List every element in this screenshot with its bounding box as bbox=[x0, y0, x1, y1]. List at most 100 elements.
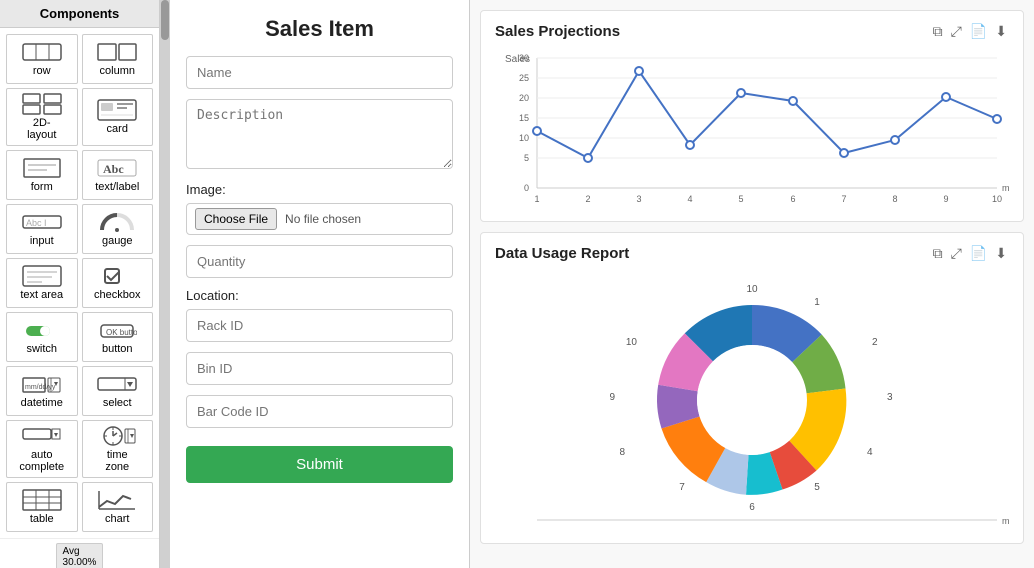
line-chart-expand-btn[interactable]: ⤢ bbox=[949, 21, 964, 42]
sidebar-item-2dlayout-label: 2D-layout bbox=[27, 117, 56, 141]
donut-chart-copy-btn[interactable]: ⧉ bbox=[931, 243, 945, 264]
line-chart-card: Sales Projections ⧉ ⤢ 📄 ⬇ Sales bbox=[480, 10, 1024, 222]
sidebar-item-textarea[interactable]: text area bbox=[6, 258, 78, 308]
charts-area: Sales Projections ⧉ ⤢ 📄 ⬇ Sales bbox=[470, 0, 1034, 568]
sidebar-title: Components bbox=[0, 0, 159, 28]
avg-badge: Avg30.00% bbox=[56, 543, 104, 568]
sidebar-item-textlabel-label: text/label bbox=[95, 181, 139, 193]
table-icon bbox=[22, 489, 62, 511]
sidebar-item-datetime[interactable]: mm/dd/yy datetime bbox=[6, 366, 78, 416]
donut-label-4: 4 bbox=[867, 447, 873, 458]
sidebar-item-form[interactable]: form bbox=[6, 150, 78, 200]
sidebar-item-checkbox[interactable]: checkbox bbox=[82, 258, 154, 308]
sidebar-item-2dlayout[interactable]: 2D-layout bbox=[6, 88, 78, 146]
sidebar-item-gauge[interactable]: gauge bbox=[82, 204, 154, 254]
chart-icon bbox=[97, 489, 137, 511]
line-chart-svg: Sales 0 5 10 15 20 25 30 bbox=[495, 48, 1009, 208]
donut-label-7: 7 bbox=[679, 482, 685, 493]
svg-text:20: 20 bbox=[519, 93, 529, 103]
gauge-icon bbox=[97, 211, 137, 233]
sidebar-item-chart[interactable]: chart bbox=[82, 482, 154, 532]
donut-label-2: 2 bbox=[872, 337, 878, 348]
button-icon: OK button bbox=[97, 319, 137, 341]
form-icon bbox=[22, 157, 62, 179]
sidebar-item-table[interactable]: table bbox=[6, 482, 78, 532]
svg-text:7: 7 bbox=[841, 194, 846, 204]
donut-chart-download-btn[interactable]: ⬇ bbox=[993, 243, 1009, 264]
donut-chart-title: Data Usage Report bbox=[495, 245, 629, 262]
choose-file-button[interactable]: Choose File bbox=[195, 208, 277, 230]
name-input[interactable] bbox=[186, 56, 453, 89]
checkbox-icon bbox=[97, 265, 137, 287]
svg-text:3: 3 bbox=[636, 194, 641, 204]
sidebar-item-table-label: table bbox=[30, 513, 54, 525]
quantity-input[interactable] bbox=[186, 245, 453, 278]
sidebar-item-gauge-label: gauge bbox=[102, 235, 133, 247]
description-textarea[interactable] bbox=[186, 99, 453, 169]
svg-text:Abc: Abc bbox=[103, 162, 124, 176]
line-chart-download-btn[interactable]: ⬇ bbox=[993, 21, 1009, 42]
svg-text:4: 4 bbox=[687, 194, 692, 204]
row-icon bbox=[22, 41, 62, 63]
sidebar-item-row[interactable]: row bbox=[6, 34, 78, 84]
donut-chart-header: Data Usage Report ⧉ ⤢ 📄 ⬇ bbox=[495, 243, 1009, 264]
sidebar-item-datetime-label: datetime bbox=[21, 397, 63, 409]
donut-chart-file-btn[interactable]: 📄 bbox=[968, 243, 989, 264]
svg-text:Abc I: Abc I bbox=[26, 218, 47, 228]
svg-text:5: 5 bbox=[738, 194, 743, 204]
sidebar-item-card[interactable]: card bbox=[82, 88, 154, 146]
sidebar: Components row column bbox=[0, 0, 160, 568]
sidebar-item-textlabel[interactable]: Abc text/label bbox=[82, 150, 154, 200]
donut-chart-actions: ⧉ ⤢ 📄 ⬇ bbox=[931, 243, 1009, 264]
main-area: Sales Item Image: Choose File No file ch… bbox=[170, 0, 1034, 568]
svg-text:2: 2 bbox=[585, 194, 590, 204]
svg-text:0: 0 bbox=[524, 183, 529, 193]
barcode-input[interactable] bbox=[186, 395, 453, 428]
sidebar-item-switch[interactable]: switch bbox=[6, 312, 78, 362]
card-icon bbox=[97, 99, 137, 121]
sidebar-content: row column 2D-layout ca bbox=[0, 28, 159, 568]
sidebar-item-autocomplete[interactable]: autocomplete bbox=[6, 420, 78, 478]
sidebar-item-card-label: card bbox=[107, 123, 128, 135]
donut-label-3: 3 bbox=[887, 392, 893, 403]
line-chart-copy-btn[interactable]: ⧉ bbox=[931, 21, 945, 42]
line-chart-actions: ⧉ ⤢ 📄 ⬇ bbox=[931, 21, 1009, 42]
sidebar-scrollbar[interactable] bbox=[160, 0, 170, 568]
textlabel-icon: Abc bbox=[97, 157, 137, 179]
image-label: Image: bbox=[186, 182, 453, 197]
location-label: Location: bbox=[186, 288, 453, 303]
textarea-icon bbox=[22, 265, 62, 287]
column-icon bbox=[97, 41, 137, 63]
select-icon bbox=[97, 373, 137, 395]
input-icon: Abc I bbox=[22, 211, 62, 233]
autocomplete-icon bbox=[22, 425, 62, 447]
svg-text:10: 10 bbox=[992, 194, 1002, 204]
svg-text:6: 6 bbox=[790, 194, 795, 204]
sidebar-item-input-label: input bbox=[30, 235, 54, 247]
sidebar-item-switch-label: switch bbox=[26, 343, 57, 355]
sidebar-item-row-label: row bbox=[33, 65, 51, 77]
donut-chart-expand-btn[interactable]: ⤢ bbox=[949, 243, 964, 264]
sidebar-item-textarea-label: text area bbox=[20, 289, 63, 301]
line-chart-header: Sales Projections ⧉ ⤢ 📄 ⬇ bbox=[495, 21, 1009, 42]
svg-text:30: 30 bbox=[519, 53, 529, 63]
line-chart-file-btn[interactable]: 📄 bbox=[968, 21, 989, 42]
sidebar-item-timezone[interactable]: timezone bbox=[82, 420, 154, 478]
sidebar-item-button-label: button bbox=[102, 343, 133, 355]
sidebar-item-column[interactable]: column bbox=[82, 34, 154, 84]
svg-text:8: 8 bbox=[892, 194, 897, 204]
component-grid: row column 2D-layout ca bbox=[0, 28, 159, 538]
sidebar-item-timezone-label: timezone bbox=[105, 449, 129, 473]
bin-id-input[interactable] bbox=[186, 352, 453, 385]
sidebar-item-input[interactable]: Abc I input bbox=[6, 204, 78, 254]
line-chart-title: Sales Projections bbox=[495, 23, 620, 40]
file-input-wrapper: Choose File No file chosen bbox=[186, 203, 453, 235]
sidebar-item-chart-label: chart bbox=[105, 513, 129, 525]
sidebar-item-select[interactable]: select bbox=[82, 366, 154, 416]
submit-button[interactable]: Submit bbox=[186, 446, 453, 483]
no-file-text: No file chosen bbox=[285, 212, 361, 226]
rack-id-input[interactable] bbox=[186, 309, 453, 342]
donut-label-1: 1 bbox=[814, 297, 820, 308]
datetime-icon: mm/dd/yy bbox=[22, 373, 62, 395]
sidebar-item-button[interactable]: OK button button bbox=[82, 312, 154, 362]
